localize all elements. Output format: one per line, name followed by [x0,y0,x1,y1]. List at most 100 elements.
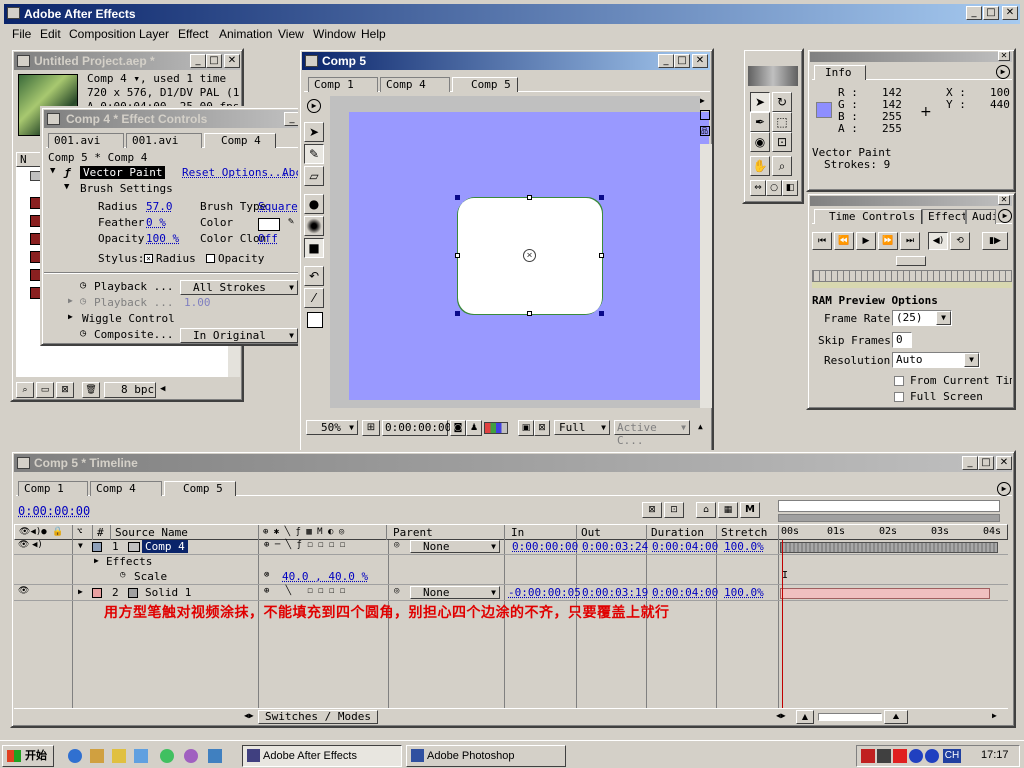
channels-icon[interactable] [484,422,508,434]
color-cloning-value[interactable]: Off [258,232,278,245]
playback2-arrow-icon[interactable]: ▶ [68,296,73,305]
previous-frame-icon[interactable]: ⏪ [834,232,854,250]
time-navigator[interactable] [778,500,1000,512]
quicklaunch-ie-icon[interactable] [68,749,82,763]
loop-icon[interactable]: ⟲ [950,232,970,250]
play-icon[interactable]: ▶ [856,232,876,250]
project-maximize-button[interactable]: □ [206,54,222,68]
menu-animation[interactable]: Animation [219,26,272,42]
menu-edit[interactable]: Edit [40,26,61,42]
brush-settings-arrow-icon[interactable]: ▼ [64,182,69,192]
switches-modes-button[interactable]: Switches / Modes [258,710,378,724]
parent-header[interactable]: Parent [389,525,505,540]
brush-size-small-icon[interactable]: ● [304,194,324,214]
stylus-radius-checkbox[interactable]: × [144,254,153,263]
task-after-effects[interactable]: Adobe After Effects [242,745,402,767]
zoom-in-icon[interactable]: ⛰ [884,710,908,724]
comp-timecode[interactable]: 0:00:00:00 [382,420,451,436]
expand-arrow-icon[interactable]: ▶ [78,587,83,596]
snapshot-icon[interactable]: ◙ [450,420,466,436]
tab-001-avi-1[interactable]: 001.avi [48,133,124,148]
radius-value[interactable]: 57.0 [146,200,173,213]
shuttle-bar[interactable] [812,270,1012,282]
menu-composition[interactable]: Composition [69,26,136,42]
tray-icon[interactable] [925,749,939,763]
zoom-dropdown[interactable]: 50% [306,420,358,435]
mask-tool-icon[interactable]: ⬚ [772,112,792,132]
source-name-header[interactable]: Source Name [111,525,259,540]
label-color-swatch[interactable] [92,588,102,598]
time-controls-menu-icon[interactable]: ▶ [998,209,1012,223]
stopwatch-icon[interactable]: ◷ [80,296,86,307]
tab-audio[interactable]: Audio [966,209,996,224]
next-frame-icon[interactable]: ⏩ [878,232,898,250]
timeline-hscroll-icon[interactable]: ◀▶ [776,711,786,720]
layer-duration[interactable]: 0:00:04:00 [652,540,718,553]
frame-rate-dropdown-arrow-icon[interactable]: ▼ [936,311,951,325]
new-folder-icon[interactable]: ▭ [36,382,54,398]
new-comp-icon[interactable]: ⊠ [56,382,74,398]
stylus-opacity-checkbox[interactable] [206,254,215,263]
comp-layers-icon[interactable] [700,110,710,120]
axis-tool-icon[interactable]: ⇔ [750,180,766,196]
layer-handle[interactable] [599,253,604,258]
table-row[interactable]: 👁 ▶ 2 Solid 1 ⊕ ╲ ☐ ☐ ☐ ☐ ◎ None -0:00:0… [14,586,1008,601]
tab-comp-4[interactable]: Comp 4 [380,77,450,92]
timeline-scroll-left-icon[interactable]: ◀▶ [244,711,254,720]
quicklaunch-app-icon[interactable] [184,749,198,763]
ram-preview-icon[interactable]: ▮▶ [982,232,1008,250]
brush-soft-icon[interactable] [304,216,324,236]
tab-comp-5[interactable]: Comp 5 [164,481,236,496]
current-time-indicator[interactable] [782,540,783,708]
menu-window[interactable]: Window [313,26,356,42]
tab-time-controls[interactable]: Time Controls [814,209,922,224]
tab-effects[interactable]: Effects [922,209,966,224]
pointer-tool-icon[interactable]: ➤ [750,92,770,112]
wiggle-arrow-icon[interactable]: ▶ [68,312,73,321]
layer-handle[interactable] [527,195,532,200]
motion-blur-icon[interactable]: M [740,502,760,518]
zoom-tool-icon[interactable]: ⌕ [772,156,792,176]
comp-flowchart-button-icon[interactable]: ⊠ [642,502,662,518]
find-icon[interactable]: ⌕ [16,382,34,398]
feather-value[interactable]: 0 % [146,216,166,229]
comp-close-button[interactable]: ✕ [692,54,708,68]
effect-fx-icon[interactable]: ƒ [64,166,71,179]
app-close-button[interactable]: ✕ [1002,6,1018,20]
stopwatch-icon[interactable]: ◷ [120,570,125,580]
effects-label[interactable]: Effects [106,555,152,568]
rotate-tool-icon[interactable]: ↻ [772,92,792,112]
paint-color-swatch[interactable] [307,312,323,328]
layer-out[interactable]: 0:00:03:19 [582,586,648,599]
project-scroll-left-icon[interactable]: ◀ [160,384,165,394]
layer-duration-bar[interactable] [780,542,998,553]
comp-button-icon[interactable]: ⊡ [664,502,684,518]
layer-name[interactable]: Comp 4 [142,540,188,553]
resolution-dropdown[interactable]: Full [554,420,610,435]
duration-header[interactable]: Duration [647,525,717,540]
layer-stretch[interactable]: 100.0% [724,586,764,599]
safe-zones-icon[interactable]: ⊞ [362,420,380,436]
tab-comp-1[interactable]: Comp 1 [18,481,88,496]
from-current-checkbox[interactable] [894,376,904,386]
comp-viewer[interactable]: × [330,96,709,408]
first-frame-icon[interactable]: ⏮ [812,232,832,250]
comp-vscrollbar[interactable] [700,144,712,408]
tray-icon[interactable] [893,749,907,763]
jog-control[interactable] [896,256,926,266]
project-minimize-button[interactable]: _ [190,54,206,68]
playback2-value[interactable]: 1.00 [184,296,211,309]
layer-handle[interactable] [455,311,460,316]
pan-behind-tool-icon[interactable]: ⊡ [772,132,792,152]
parent-dropdown[interactable]: None [410,586,500,599]
comp-scroll-icon[interactable]: ▲ [698,422,703,431]
timeline-scroll-right-icon[interactable]: ▶ [992,711,997,720]
label-color-swatch[interactable] [92,542,102,552]
playback-dropdown[interactable]: All Strokes [180,280,298,295]
eyedropper-icon[interactable]: ✎ [288,216,294,227]
composite-dropdown[interactable]: In Original [180,328,298,343]
comp-tree-icon[interactable]: 品 [700,126,710,136]
quicklaunch-app-icon[interactable] [160,749,174,763]
brush-tool-icon[interactable]: ✎ [304,144,324,164]
brush-square-icon[interactable]: ■ [304,238,324,258]
